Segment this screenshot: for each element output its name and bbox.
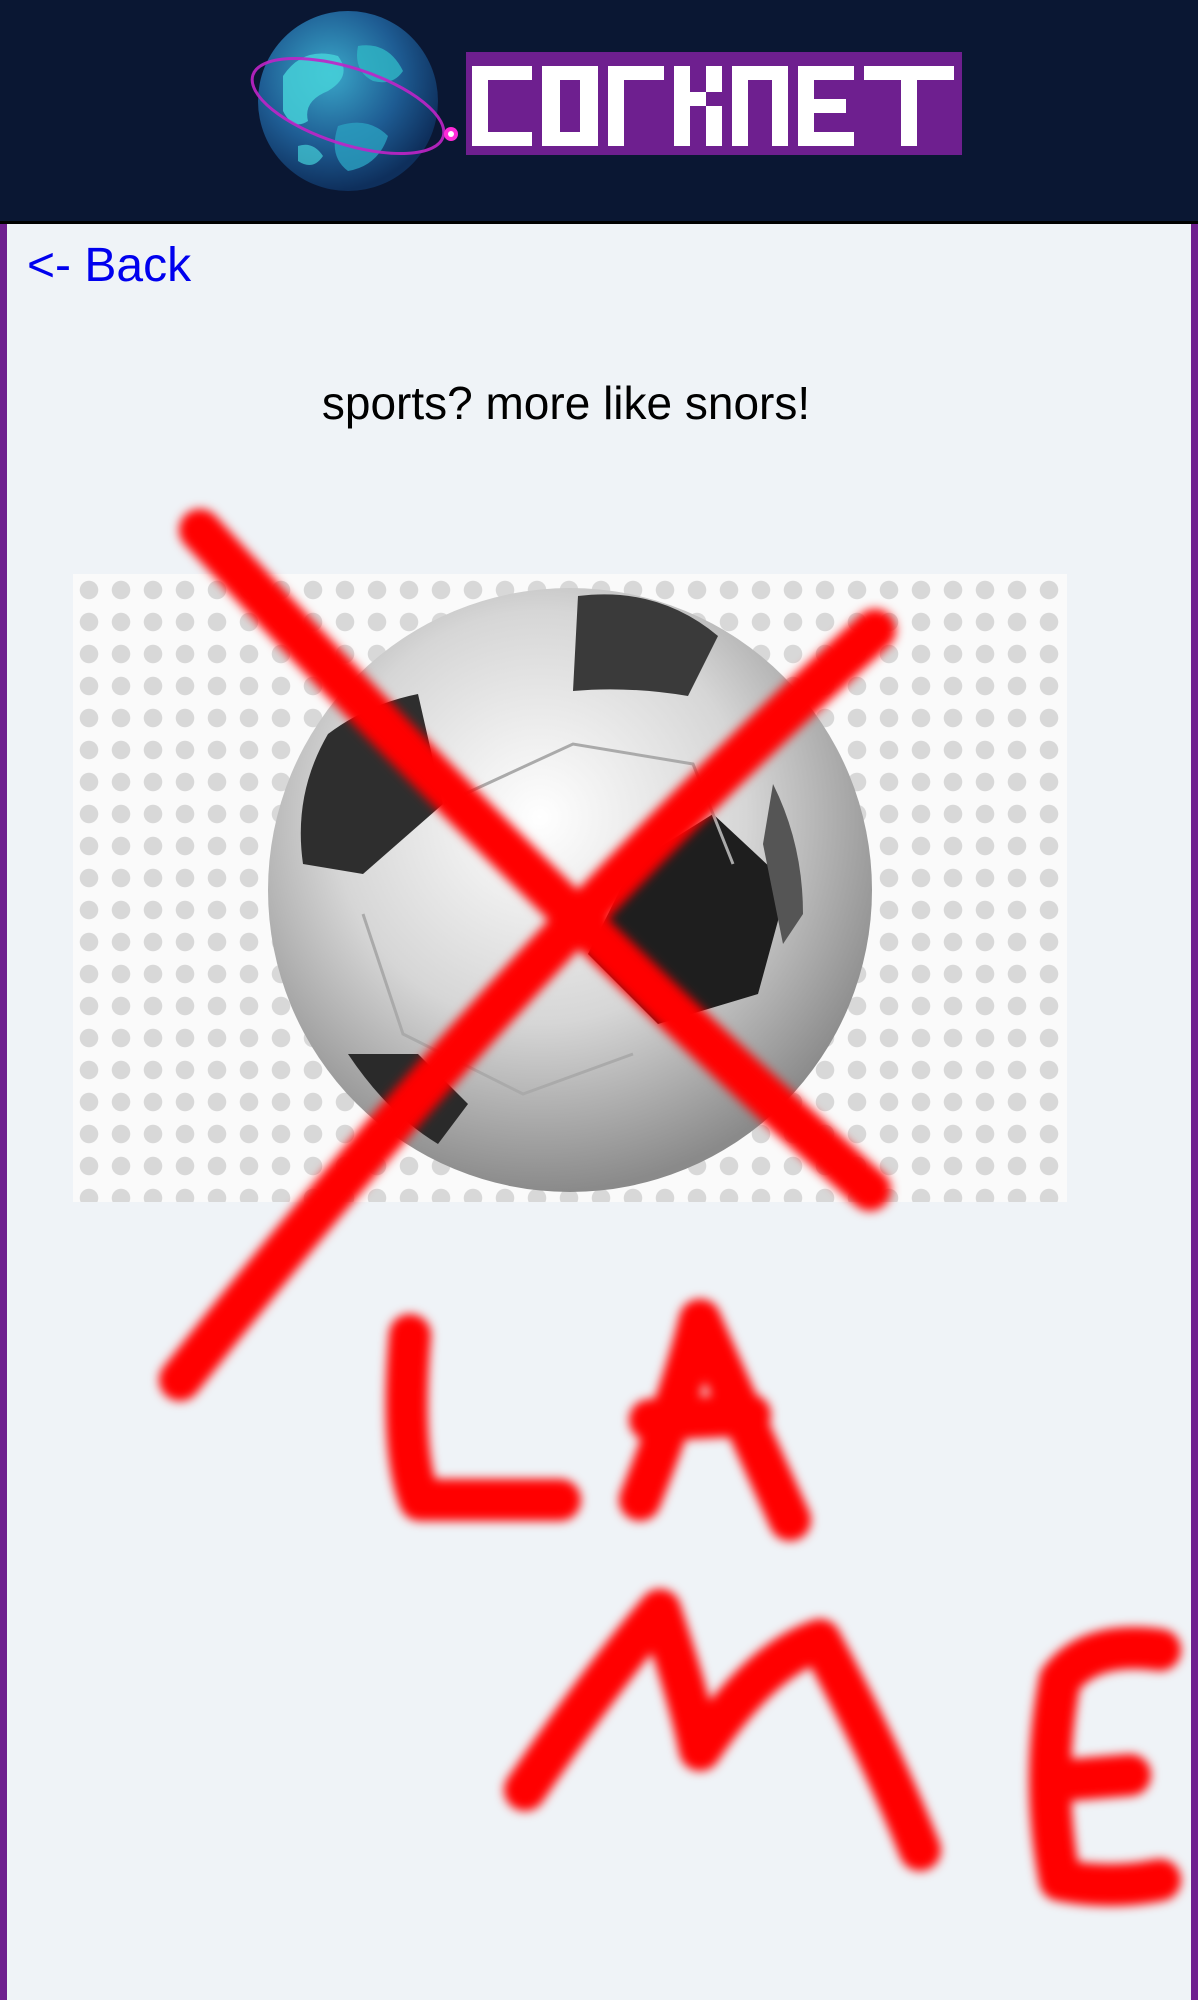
post-content: <- Back sports? more like snors! [0, 224, 1198, 2000]
back-link[interactable]: <- Back [27, 238, 191, 293]
soccer-ball-image [73, 574, 1067, 1202]
site-header [0, 0, 1198, 224]
post-headline: sports? more like snors! [321, 377, 811, 429]
corknet-logo [466, 52, 962, 155]
globe-logo-icon [238, 6, 468, 196]
